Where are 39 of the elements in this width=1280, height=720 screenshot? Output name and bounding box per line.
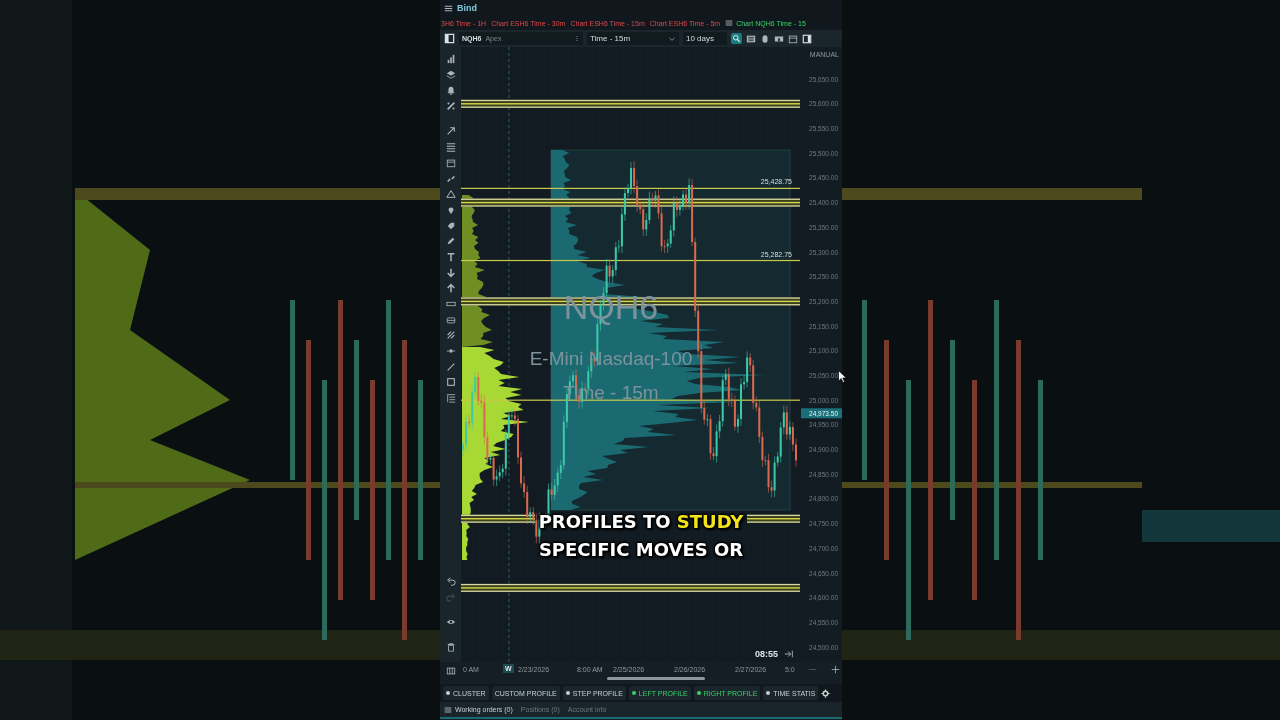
trash-icon[interactable] <box>445 642 456 653</box>
calendar-icon[interactable] <box>788 33 798 44</box>
arrow-up-icon[interactable] <box>445 283 456 294</box>
chevron-down-icon <box>668 34 676 43</box>
calendar-icon[interactable] <box>445 157 456 168</box>
panel-right-icon[interactable] <box>802 33 812 44</box>
text-icon[interactable] <box>445 251 456 262</box>
plus-icon[interactable] <box>831 665 840 674</box>
window-title: Bind <box>457 3 477 13</box>
layers-icon[interactable] <box>445 69 456 80</box>
panel-icon[interactable] <box>444 33 455 44</box>
gear-icon[interactable] <box>821 688 831 698</box>
range-field[interactable]: 10 days <box>683 32 727 45</box>
triangle-icon[interactable] <box>445 189 456 200</box>
pencil-icon[interactable] <box>445 236 456 247</box>
columns-icon[interactable] <box>446 666 456 676</box>
ruler-icon[interactable] <box>445 299 456 309</box>
printer-icon[interactable] <box>445 314 456 325</box>
bar-chart-icon[interactable] <box>445 54 456 64</box>
list-icon[interactable] <box>445 142 456 153</box>
arrow-icon[interactable] <box>445 126 456 137</box>
undo-icon[interactable] <box>445 575 456 586</box>
timeframe-dropdown[interactable]: Time - 15m <box>587 32 679 45</box>
jump-end-icon[interactable] <box>784 649 794 659</box>
line-icon[interactable] <box>445 361 456 372</box>
cursor-icon <box>838 370 847 383</box>
tree-list-icon[interactable] <box>445 393 456 404</box>
ruler-pencil-icon[interactable] <box>445 101 456 112</box>
tag-icon[interactable] <box>445 220 456 231</box>
mouse-icon[interactable] <box>760 33 770 44</box>
pattern-icon[interactable] <box>445 330 456 341</box>
clock-text: 08:55 <box>755 649 779 659</box>
arrow-down-icon[interactable] <box>445 267 456 278</box>
square-icon[interactable] <box>445 377 456 388</box>
keyboard-icon[interactable] <box>746 33 756 44</box>
scrollbar[interactable] <box>607 677 705 680</box>
caption-text: PROFILES TO STUDY SPECIFIC MOVES OR <box>538 510 744 562</box>
link-icon[interactable] <box>445 173 456 184</box>
search-icon[interactable] <box>731 33 742 44</box>
